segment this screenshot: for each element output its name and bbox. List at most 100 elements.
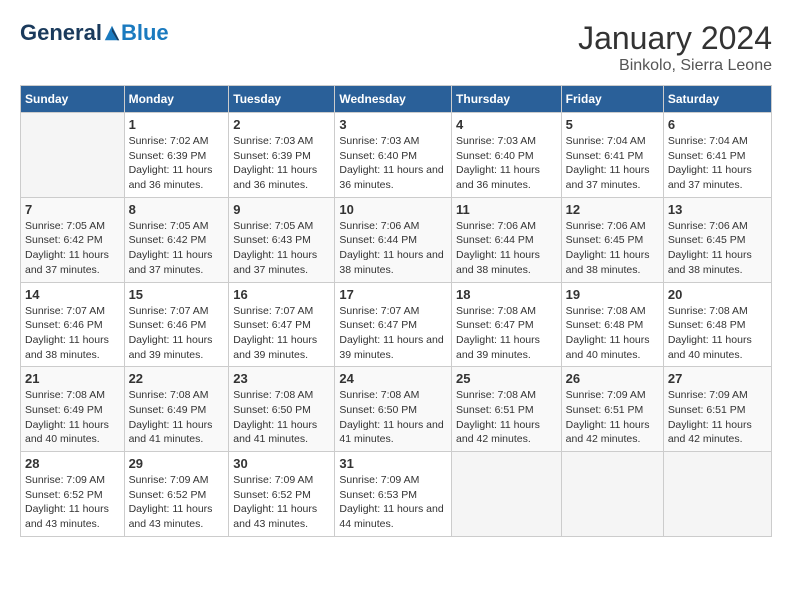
day-number: 4 [456,117,557,132]
logo-icon [103,24,121,42]
day-number: 24 [339,371,447,386]
day-number: 8 [129,202,225,217]
day-info: Sunrise: 7:03 AMSunset: 6:40 PMDaylight:… [339,134,447,193]
calendar-table: SundayMondayTuesdayWednesdayThursdayFrid… [20,85,772,537]
day-info: Sunrise: 7:08 AMSunset: 6:49 PMDaylight:… [25,388,120,447]
day-cell-27: 27 Sunrise: 7:09 AMSunset: 6:51 PMDayligh… [663,367,771,452]
day-cell-22: 22 Sunrise: 7:08 AMSunset: 6:49 PMDayligh… [124,367,229,452]
day-info: Sunrise: 7:03 AMSunset: 6:40 PMDaylight:… [456,134,557,193]
week-row-1: 1Sunrise: 7:02 AMSunset: 6:39 PMDaylight… [21,113,772,198]
day-info: Sunrise: 7:07 AMSunset: 6:46 PMDaylight:… [129,304,225,363]
day-header-thursday: Thursday [452,86,562,113]
day-cell-18: 18 Sunrise: 7:08 AMSunset: 6:47 PMDayligh… [452,282,562,367]
day-cell-23: 23 Sunrise: 7:08 AMSunset: 6:50 PMDayligh… [229,367,335,452]
day-cell-5: 5 Sunrise: 7:04 AMSunset: 6:41 PMDaylight… [561,113,663,198]
day-cell-29: 29 Sunrise: 7:09 AMSunset: 6:52 PMDayligh… [124,452,229,537]
day-number: 17 [339,287,447,302]
day-cell-25: 25 Sunrise: 7:08 AMSunset: 6:51 PMDayligh… [452,367,562,452]
day-info: Sunrise: 7:09 AMSunset: 6:52 PMDaylight:… [25,473,120,532]
day-info: Sunrise: 7:08 AMSunset: 6:50 PMDaylight:… [233,388,330,447]
day-cell-12: 12 Sunrise: 7:06 AMSunset: 6:45 PMDayligh… [561,197,663,282]
day-header-wednesday: Wednesday [335,86,452,113]
day-number: 14 [25,287,120,302]
day-header-friday: Friday [561,86,663,113]
day-number: 12 [566,202,659,217]
day-number: 16 [233,287,330,302]
day-number: 31 [339,456,447,471]
day-cell-19: 19 Sunrise: 7:08 AMSunset: 6:48 PMDayligh… [561,282,663,367]
day-header-sunday: Sunday [21,86,125,113]
day-number: 6 [668,117,767,132]
day-number: 13 [668,202,767,217]
day-number: 20 [668,287,767,302]
day-info: Sunrise: 7:07 AMSunset: 6:47 PMDaylight:… [339,304,447,363]
day-info: Sunrise: 7:09 AMSunset: 6:53 PMDaylight:… [339,473,447,532]
day-number: 15 [129,287,225,302]
day-info: Sunrise: 7:02 AMSunset: 6:39 PMDaylight:… [129,134,225,193]
day-header-tuesday: Tuesday [229,86,335,113]
day-cell-31: 31 Sunrise: 7:09 AMSunset: 6:53 PMDayligh… [335,452,452,537]
day-info: Sunrise: 7:04 AMSunset: 6:41 PMDaylight:… [668,134,767,193]
week-row-5: 28 Sunrise: 7:09 AMSunset: 6:52 PMDayligh… [21,452,772,537]
day-number: 25 [456,371,557,386]
day-number: 23 [233,371,330,386]
logo-blue: Blue [121,20,169,46]
day-cell-11: 11 Sunrise: 7:06 AMSunset: 6:44 PMDayligh… [452,197,562,282]
day-number: 3 [339,117,447,132]
logo: General Blue [20,20,169,46]
week-row-4: 21Sunrise: 7:08 AMSunset: 6:49 PMDayligh… [21,367,772,452]
day-cell-8: 8 Sunrise: 7:05 AMSunset: 6:42 PMDaylight… [124,197,229,282]
day-number: 18 [456,287,557,302]
day-cell-7: 7 Sunrise: 7:05 AMSunset: 6:42 PMDaylight… [21,197,125,282]
calendar-title: January 2024 [578,20,772,57]
day-info: Sunrise: 7:09 AMSunset: 6:51 PMDaylight:… [668,388,767,447]
day-cell-24: 24 Sunrise: 7:08 AMSunset: 6:50 PMDayligh… [335,367,452,452]
day-header-monday: Monday [124,86,229,113]
day-info: Sunrise: 7:08 AMSunset: 6:51 PMDaylight:… [456,388,557,447]
week-row-2: 7 Sunrise: 7:05 AMSunset: 6:42 PMDaylight… [21,197,772,282]
day-number: 27 [668,371,767,386]
day-info: Sunrise: 7:08 AMSunset: 6:47 PMDaylight:… [456,304,557,363]
empty-cell [663,452,771,537]
day-header-saturday: Saturday [663,86,771,113]
day-cell-10: 10Sunrise: 7:06 AMSunset: 6:44 PMDayligh… [335,197,452,282]
day-cell-9: 9Sunrise: 7:05 AMSunset: 6:43 PMDaylight… [229,197,335,282]
day-number: 2 [233,117,330,132]
day-info: Sunrise: 7:08 AMSunset: 6:49 PMDaylight:… [129,388,225,447]
day-cell-16: 16 Sunrise: 7:07 AMSunset: 6:47 PMDayligh… [229,282,335,367]
logo-general: General [20,20,102,46]
day-info: Sunrise: 7:08 AMSunset: 6:48 PMDaylight:… [566,304,659,363]
title-block: January 2024 Binkolo, Sierra Leone [578,20,772,75]
day-info: Sunrise: 7:06 AMSunset: 6:44 PMDaylight:… [456,219,557,278]
day-cell-13: 13Sunrise: 7:06 AMSunset: 6:45 PMDayligh… [663,197,771,282]
page-header: General Blue January 2024 Binkolo, Sierr… [20,20,772,75]
day-cell-14: 14 Sunrise: 7:07 AMSunset: 6:46 PMDayligh… [21,282,125,367]
day-info: Sunrise: 7:05 AMSunset: 6:42 PMDaylight:… [129,219,225,278]
empty-cell [21,113,125,198]
day-info: Sunrise: 7:04 AMSunset: 6:41 PMDaylight:… [566,134,659,193]
day-cell-4: 4 Sunrise: 7:03 AMSunset: 6:40 PMDaylight… [452,113,562,198]
day-number: 7 [25,202,120,217]
day-number: 28 [25,456,120,471]
day-number: 29 [129,456,225,471]
day-info: Sunrise: 7:06 AMSunset: 6:45 PMDaylight:… [566,219,659,278]
day-info: Sunrise: 7:07 AMSunset: 6:46 PMDaylight:… [25,304,120,363]
day-info: Sunrise: 7:09 AMSunset: 6:52 PMDaylight:… [129,473,225,532]
day-info: Sunrise: 7:05 AMSunset: 6:42 PMDaylight:… [25,219,120,278]
calendar-subtitle: Binkolo, Sierra Leone [578,57,772,75]
day-cell-6: 6 Sunrise: 7:04 AMSunset: 6:41 PMDaylight… [663,113,771,198]
day-info: Sunrise: 7:07 AMSunset: 6:47 PMDaylight:… [233,304,330,363]
day-number: 10 [339,202,447,217]
day-info: Sunrise: 7:08 AMSunset: 6:48 PMDaylight:… [668,304,767,363]
day-number: 19 [566,287,659,302]
day-number: 11 [456,202,557,217]
week-row-3: 14 Sunrise: 7:07 AMSunset: 6:46 PMDayligh… [21,282,772,367]
day-number: 30 [233,456,330,471]
day-info: Sunrise: 7:09 AMSunset: 6:52 PMDaylight:… [233,473,330,532]
day-cell-28: 28 Sunrise: 7:09 AMSunset: 6:52 PMDayligh… [21,452,125,537]
day-info: Sunrise: 7:08 AMSunset: 6:50 PMDaylight:… [339,388,447,447]
day-number: 22 [129,371,225,386]
day-number: 5 [566,117,659,132]
day-number: 26 [566,371,659,386]
day-cell-3: 3 Sunrise: 7:03 AMSunset: 6:40 PMDaylight… [335,113,452,198]
